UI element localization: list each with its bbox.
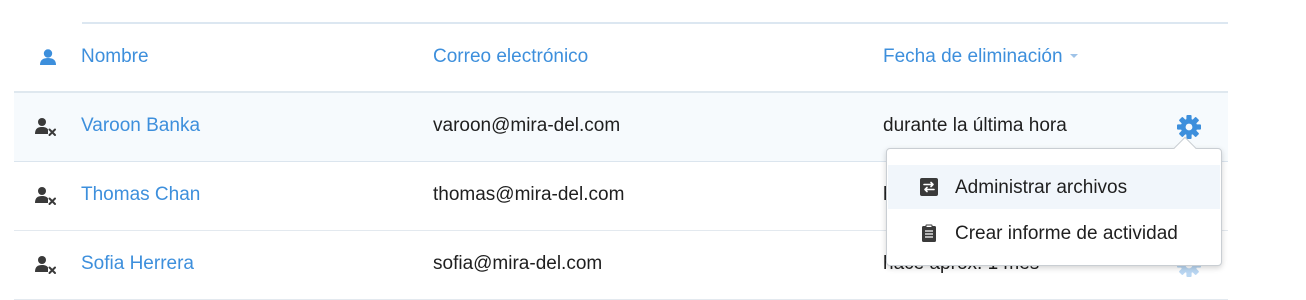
menu-item-activity-report[interactable]: Crear informe de actividad — [888, 211, 1220, 255]
gear-icon[interactable] — [1176, 114, 1202, 140]
deleted-user-icon — [35, 118, 56, 136]
column-header-email[interactable]: Correo electrónico — [433, 46, 588, 68]
menu-item-manage-files[interactable]: Administrar archivos — [888, 165, 1220, 209]
transfer-files-icon — [920, 178, 938, 196]
table-header: Nombre Correo electrónico Fecha de elimi… — [14, 24, 1228, 94]
deleted-date: durante la última hora — [883, 115, 1067, 136]
user-email: sofia@mira-del.com — [433, 253, 603, 274]
clipboard-report-icon — [922, 224, 936, 242]
column-header-deleted-date-label: Fecha de eliminación — [883, 46, 1063, 67]
menu-item-label: Crear informe de actividad — [955, 223, 1178, 244]
user-name-link[interactable]: Thomas Chan — [81, 184, 200, 206]
column-header-name[interactable]: Nombre — [81, 46, 149, 68]
deleted-user-icon — [35, 256, 56, 274]
user-email: varoon@mira-del.com — [433, 115, 621, 136]
sort-descending-icon — [1069, 53, 1078, 58]
menu-item-label: Administrar archivos — [955, 177, 1128, 198]
column-header-deleted-date[interactable]: Fecha de eliminación — [883, 46, 1078, 68]
user-name-link[interactable]: Varoon Banka — [81, 115, 200, 137]
row-actions-menu: Administrar archivos Crear informe de ac… — [886, 148, 1222, 266]
user-name-link[interactable]: Sofia Herrera — [81, 253, 194, 275]
user-icon — [40, 49, 56, 65]
user-email: thomas@mira-del.com — [433, 184, 625, 205]
deleted-user-icon — [35, 187, 56, 205]
